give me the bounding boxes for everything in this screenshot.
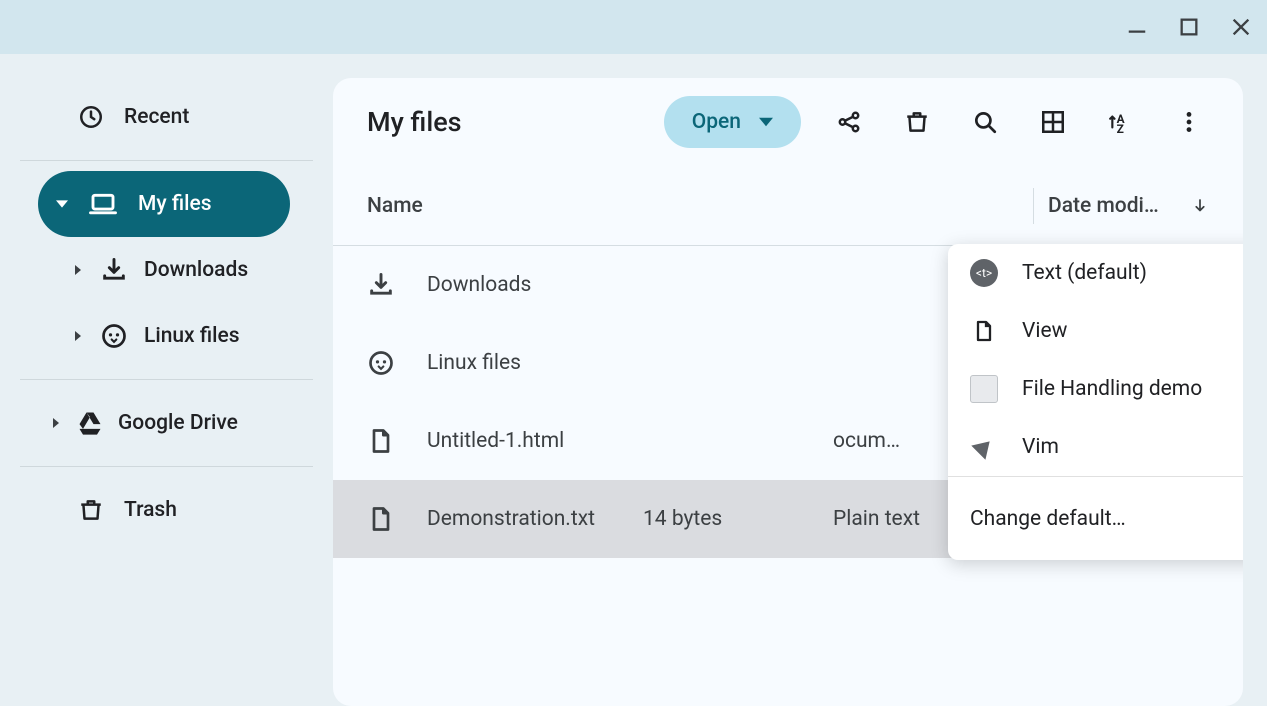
- open-button-label: Open: [692, 110, 741, 134]
- minimize-button[interactable]: [1125, 15, 1149, 39]
- sidebar-label: Recent: [124, 105, 189, 129]
- download-icon: [367, 271, 427, 299]
- column-headers: Name Date modi…: [333, 166, 1243, 246]
- sidebar-label: Trash: [124, 498, 177, 522]
- main-panel: My files Open AZ Name Date modi… Downloa…: [333, 78, 1243, 706]
- dropdown-item-label: File Handling demo: [1022, 377, 1202, 401]
- chevron-down-icon: [56, 198, 68, 210]
- linux-icon: [367, 349, 427, 377]
- dropdown-item[interactable]: <t>Text (default): [948, 244, 1243, 302]
- sidebar-item-trash[interactable]: Trash: [20, 477, 313, 543]
- maximize-button[interactable]: [1177, 15, 1201, 39]
- svg-text:Z: Z: [1117, 122, 1124, 135]
- sidebar-label: Downloads: [144, 258, 248, 282]
- share-button[interactable]: [829, 102, 869, 142]
- dropdown-change-label: Change default…: [970, 507, 1126, 531]
- page-title: My files: [367, 106, 636, 138]
- file-name: Demonstration.txt: [427, 507, 643, 531]
- search-button[interactable]: [965, 102, 1005, 142]
- view-toggle-button[interactable]: [1033, 102, 1073, 142]
- trash-icon: [78, 497, 104, 523]
- dropdown-item-label: Text (default): [1022, 261, 1147, 285]
- arrow-down-icon: [1191, 197, 1209, 215]
- column-date[interactable]: Date modi…: [1033, 188, 1209, 224]
- toolbar: My files Open AZ: [333, 78, 1243, 166]
- chevron-right-icon: [72, 331, 84, 341]
- laptop-icon: [88, 189, 118, 219]
- linux-icon: [100, 322, 128, 350]
- more-button[interactable]: [1169, 102, 1209, 142]
- divider: [20, 466, 313, 467]
- divider: [20, 160, 313, 161]
- sidebar: Recent My files Downloads Linux files Go…: [0, 54, 333, 706]
- column-date-label: Date modi…: [1048, 194, 1159, 218]
- sidebar-item-recent[interactable]: Recent: [60, 84, 313, 150]
- chevron-down-icon: [759, 115, 773, 129]
- close-button[interactable]: [1229, 15, 1253, 39]
- dropdown-item[interactable]: Vim: [948, 418, 1243, 476]
- dropdown-item[interactable]: File Handling demo: [948, 360, 1243, 418]
- file-name: Untitled-1.html: [427, 429, 643, 453]
- file-size: 14 bytes: [643, 507, 833, 531]
- column-name[interactable]: Name: [367, 194, 1033, 218]
- file-icon: [367, 505, 427, 533]
- chevron-right-icon: [50, 418, 62, 428]
- titlebar: [0, 0, 1267, 54]
- sort-button[interactable]: AZ: [1101, 102, 1141, 142]
- sidebar-item-downloads[interactable]: Downloads: [20, 237, 313, 303]
- chevron-right-icon: [72, 265, 84, 275]
- download-icon: [100, 256, 128, 284]
- clock-icon: [78, 104, 104, 130]
- file-name: Linux files: [427, 351, 643, 375]
- delete-button[interactable]: [897, 102, 937, 142]
- sidebar-label: Google Drive: [118, 411, 238, 435]
- sidebar-label: My files: [138, 192, 212, 216]
- dropdown-item-label: View: [1022, 319, 1067, 343]
- sidebar-item-linux[interactable]: Linux files: [20, 303, 313, 369]
- dropdown-item[interactable]: View: [948, 302, 1243, 360]
- sidebar-label: Linux files: [144, 324, 240, 348]
- file-icon: [367, 427, 427, 455]
- sidebar-item-myfiles[interactable]: My files: [38, 171, 290, 237]
- open-dropdown: <t>Text (default) View File Handling demo V…: [948, 244, 1243, 560]
- file-name: Downloads: [427, 273, 643, 297]
- divider: [20, 379, 313, 380]
- drive-icon: [76, 409, 104, 437]
- sidebar-item-drive[interactable]: Google Drive: [20, 390, 313, 456]
- dropdown-item-label: Vim: [1022, 435, 1059, 459]
- open-button[interactable]: Open: [664, 96, 801, 148]
- dropdown-change-default[interactable]: Change default…: [948, 476, 1243, 560]
